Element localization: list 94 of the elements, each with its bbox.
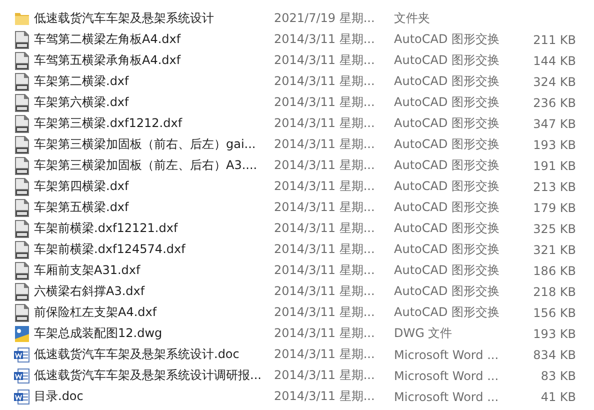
modified-date: 2014/3/11 星期... — [274, 94, 376, 111]
modified-date: 2021/7/19 星期... — [274, 10, 376, 27]
file-type: AutoCAD 图形交换 — [394, 241, 501, 258]
file-type: AutoCAD 图形交换 — [394, 220, 501, 237]
file-name[interactable]: 车架前横梁.dxf12121.dxf — [32, 220, 274, 237]
drawing-file-icon — [14, 324, 30, 342]
file-size: 41 KB — [540, 390, 576, 404]
file-size: 325 KB — [532, 222, 576, 236]
file-size: 179 KB — [532, 200, 576, 214]
file-name[interactable]: 低速载货汽车车架及悬架系统设计 — [32, 10, 274, 27]
document-icon — [14, 136, 30, 154]
file-name[interactable]: 车架第二横梁.dxf — [32, 73, 274, 90]
word-document-icon — [14, 346, 30, 362]
modified-date: 2014/3/11 星期... — [274, 325, 376, 342]
document-icon — [14, 52, 30, 70]
modified-date: 2014/3/11 星期... — [274, 367, 376, 384]
word-document-icon — [14, 388, 30, 404]
modified-date: 2014/3/11 星期... — [274, 136, 376, 153]
file-name[interactable]: 六横梁右斜撑A3.dxf — [32, 283, 274, 300]
modified-date: 2014/3/11 星期... — [274, 31, 376, 48]
file-size: 193 KB — [532, 326, 576, 340]
document-icon — [14, 30, 30, 48]
modified-date: 2014/3/11 星期... — [274, 199, 376, 216]
document-icon — [14, 156, 30, 174]
modified-date: 2014/3/11 星期... — [274, 73, 376, 90]
file-size: 156 KB — [532, 306, 576, 320]
document-icon — [14, 240, 30, 258]
file-size: 144 KB — [532, 54, 576, 68]
modified-date: 2014/3/11 星期... — [274, 115, 376, 132]
file-size: 213 KB — [532, 180, 576, 194]
file-type: 文件夹 — [394, 10, 431, 27]
word-document-icon — [14, 368, 30, 384]
file-size: 236 KB — [532, 96, 576, 110]
document-icon — [14, 262, 30, 280]
file-type: AutoCAD 图形交换 — [394, 115, 501, 132]
file-type: AutoCAD 图形交换 — [394, 199, 501, 216]
file-type: Microsoft Word ... — [394, 348, 500, 362]
file-name[interactable]: 车驾第二横梁左角板A4.dxf — [32, 31, 274, 48]
document-icon — [14, 94, 30, 112]
file-size: 347 KB — [532, 116, 576, 130]
file-name[interactable]: 前保险杠左支架A4.dxf — [32, 304, 274, 321]
file-type: AutoCAD 图形交换 — [394, 136, 501, 153]
file-name[interactable]: 车架第四横梁.dxf — [32, 178, 274, 195]
file-size: 83 KB — [540, 368, 576, 382]
file-size: 193 KB — [532, 138, 576, 152]
file-size: 834 KB — [532, 348, 576, 362]
file-name[interactable]: 目录.doc — [32, 388, 274, 405]
document-icon — [14, 198, 30, 216]
file-type: AutoCAD 图形交换 — [394, 283, 501, 300]
document-icon — [14, 282, 30, 300]
file-type: AutoCAD 图形交换 — [394, 178, 501, 195]
file-name[interactable]: 车架第三横梁加固板（前左、后右）A3.... — [32, 157, 274, 174]
file-type: AutoCAD 图形交换 — [394, 304, 501, 321]
file-name[interactable]: 车架第三横梁.dxf1212.dxf — [32, 115, 274, 132]
file-size: 321 KB — [532, 242, 576, 256]
modified-date: 2014/3/11 星期... — [274, 304, 376, 321]
file-type: AutoCAD 图形交换 — [394, 157, 501, 174]
document-icon — [14, 304, 30, 322]
file-size: 324 KB — [532, 74, 576, 88]
modified-date: 2014/3/11 星期... — [274, 157, 376, 174]
document-icon — [14, 178, 30, 196]
file-type: AutoCAD 图形交换 — [394, 94, 501, 111]
file-type: AutoCAD 图形交换 — [394, 262, 501, 279]
document-icon — [14, 72, 30, 90]
file-name[interactable]: 车架总成装配图12.dwg — [32, 325, 274, 342]
file-type: AutoCAD 图形交换 — [394, 52, 501, 69]
file-name[interactable]: 低速载货汽车车架及悬架系统设计.doc — [32, 346, 274, 363]
file-type: Microsoft Word ... — [394, 368, 500, 382]
modified-date: 2014/3/11 星期... — [274, 388, 376, 405]
modified-date: 2014/3/11 星期... — [274, 262, 376, 279]
modified-date: 2014/3/11 星期... — [274, 241, 376, 258]
file-size: 211 KB — [532, 32, 576, 46]
file-name[interactable]: 车架第六横梁.dxf — [32, 94, 274, 111]
file-name[interactable]: 车架前横梁.dxf124574.dxf — [32, 241, 274, 258]
file-type: AutoCAD 图形交换 — [394, 73, 501, 90]
file-name[interactable]: 低速载货汽车车架及悬架系统设计调研报... — [32, 367, 274, 384]
file-name[interactable]: 车架第五横梁.dxf — [32, 199, 274, 216]
file-type: AutoCAD 图形交换 — [394, 31, 501, 48]
file-size: 218 KB — [532, 284, 576, 298]
file-name[interactable]: 车厢前支架A31.dxf — [32, 262, 274, 279]
document-icon — [14, 220, 30, 238]
folder-icon — [14, 10, 30, 26]
modified-date: 2014/3/11 星期... — [274, 283, 376, 300]
modified-date: 2014/3/11 星期... — [274, 52, 376, 69]
document-icon — [14, 114, 30, 132]
file-name[interactable]: 车架第三横梁加固板（前右、后左）gai... — [32, 136, 274, 153]
modified-date: 2014/3/11 星期... — [274, 178, 376, 195]
modified-date: 2014/3/11 星期... — [274, 346, 376, 363]
modified-date: 2014/3/11 星期... — [274, 220, 376, 237]
file-size: 191 KB — [532, 158, 576, 172]
file-size: 186 KB — [532, 264, 576, 278]
file-type: DWG 文件 — [394, 325, 454, 342]
file-name[interactable]: 车驾第五横梁承角板A4.dxf — [32, 52, 274, 69]
file-type: Microsoft Word ... — [394, 390, 500, 404]
